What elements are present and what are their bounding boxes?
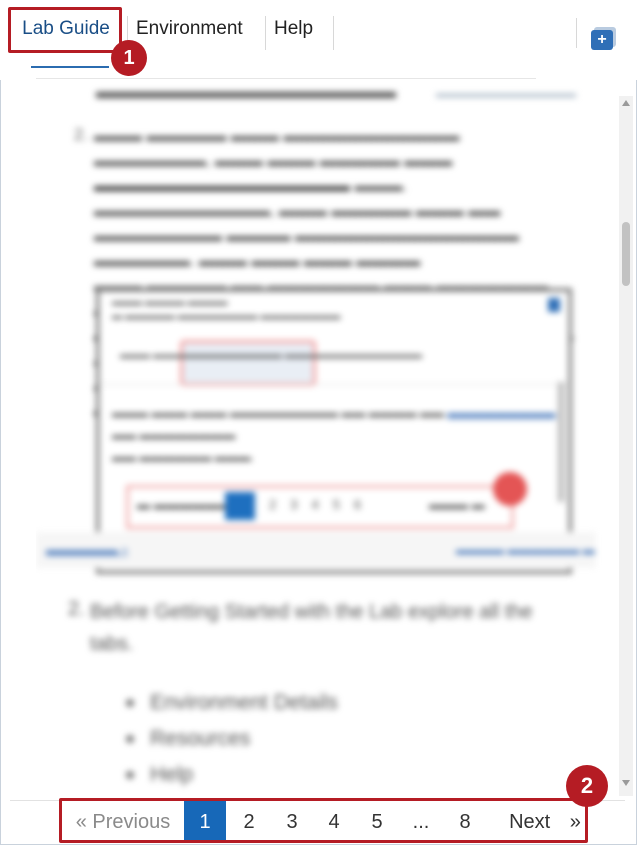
tab-bar-divider xyxy=(36,78,536,79)
highlight-box-tab xyxy=(8,7,122,53)
blurred-bar xyxy=(96,92,396,98)
list-item-label: Environment Details xyxy=(150,691,338,714)
step-2-title-line-2: tabs. xyxy=(90,633,134,655)
bullet-icon xyxy=(126,699,134,708)
highlight-box-pagination xyxy=(59,798,588,843)
bullet-icon xyxy=(126,735,134,744)
active-tab-indicator xyxy=(31,66,109,68)
blurred-icon xyxy=(548,298,560,312)
blurred-badge xyxy=(493,472,527,506)
callout-badge-2: 2 xyxy=(566,765,608,807)
list-item: Resources xyxy=(126,721,338,757)
blurred-tab: ▬▬▬▬▬▬▬▬▬ ▬▬▬▬▬ xyxy=(192,350,335,361)
list-item: Environment Details xyxy=(126,685,338,721)
blurred-bar xyxy=(436,94,576,97)
lab-guide-content: 2. ▬▬▬ ▬▬▬▬▬ ▬▬▬ ▬▬▬▬▬▬▬▬▬▬▬ ▬▬▬▬▬▬▬, ▬▬… xyxy=(36,80,616,800)
scrollbar-thumb[interactable] xyxy=(622,222,630,286)
blurred-divider xyxy=(100,384,568,385)
blurred-tab: ▬▬▬▬▬▬▬ xyxy=(322,350,392,361)
blurred-scrollbar xyxy=(558,382,564,502)
tab-divider xyxy=(333,16,334,50)
tab-help[interactable]: Help xyxy=(274,14,313,50)
scroll-down-arrow-icon[interactable] xyxy=(622,780,630,786)
list-item-label: Resources xyxy=(150,727,251,750)
blurred-page-indicator xyxy=(225,492,255,520)
vertical-scrollbar[interactable] xyxy=(619,96,633,796)
blurred-link: ▬▬▬▬ ▬▬▬▬▬▬ ▬ xyxy=(456,543,595,557)
blurred-text: ▬▬▬ ▬▬▬ ▬▬▬ ▬▬▬▬▬▬▬▬▬ ▬▬ ▬▬▬▬ ▬▬ ▬▬▬▬▬▬▬… xyxy=(112,406,556,464)
blurred-step-number: 2. xyxy=(74,125,89,144)
list-item: Help xyxy=(126,757,338,793)
callout-badge-1: 1 xyxy=(111,40,147,76)
step-2-title: Before Getting Started with the Lab expl… xyxy=(90,596,570,660)
blurred-text: ▬▬▬ ▬ xyxy=(429,497,485,512)
tab-list: Environment Details Resources Help xyxy=(126,685,338,793)
tab-environment[interactable]: Environment xyxy=(136,14,243,50)
bullet-icon xyxy=(126,771,134,780)
blurred-text: 23456 xyxy=(269,497,376,512)
scroll-up-arrow-icon[interactable] xyxy=(622,100,630,106)
blurred-guide-body: 2. ▬▬▬ ▬▬▬▬▬ ▬▬▬ ▬▬▬▬▬▬▬▬▬▬▬ ▬▬▬▬▬▬▬, ▬▬… xyxy=(36,80,616,800)
step-number: 2. xyxy=(68,598,85,620)
blurred-text: ▬▬▬ ▬▬▬▬ ▬▬▬▬ ▬ ▬▬▬▬▬ ▬▬▬▬▬▬▬▬ ▬▬▬▬▬▬▬▬ xyxy=(112,297,341,322)
embedded-screenshot-inner: ▬▬▬ ▬▬▬▬ ▬▬▬▬ ▬ ▬▬▬▬▬ ▬▬▬▬▬▬▬▬ ▬▬▬▬▬▬▬▬ ▬… xyxy=(99,291,569,571)
toolbar-divider xyxy=(576,18,577,48)
blurred-tab: ▬▬▬ xyxy=(392,350,422,361)
blurred-pager: ▬ ▬▬▬▬▬▬▬ 23456 ▬▬▬ ▬ xyxy=(126,485,514,529)
blurred-link: ▬▬▬▬▬▬ » xyxy=(46,543,129,557)
tab-divider xyxy=(265,16,266,50)
list-item-label: Help xyxy=(150,763,194,786)
blurred-footer: ▬▬▬▬▬▬ » ▬▬▬▬ ▬▬▬▬▬▬ ▬ xyxy=(36,532,596,568)
plus-square-icon[interactable]: + xyxy=(591,30,613,50)
step-2-title-line-1: Before Getting Started with the Lab expl… xyxy=(90,601,533,623)
blurred-tab: ▬▬▬ ▬▬▬▬ xyxy=(120,350,193,361)
